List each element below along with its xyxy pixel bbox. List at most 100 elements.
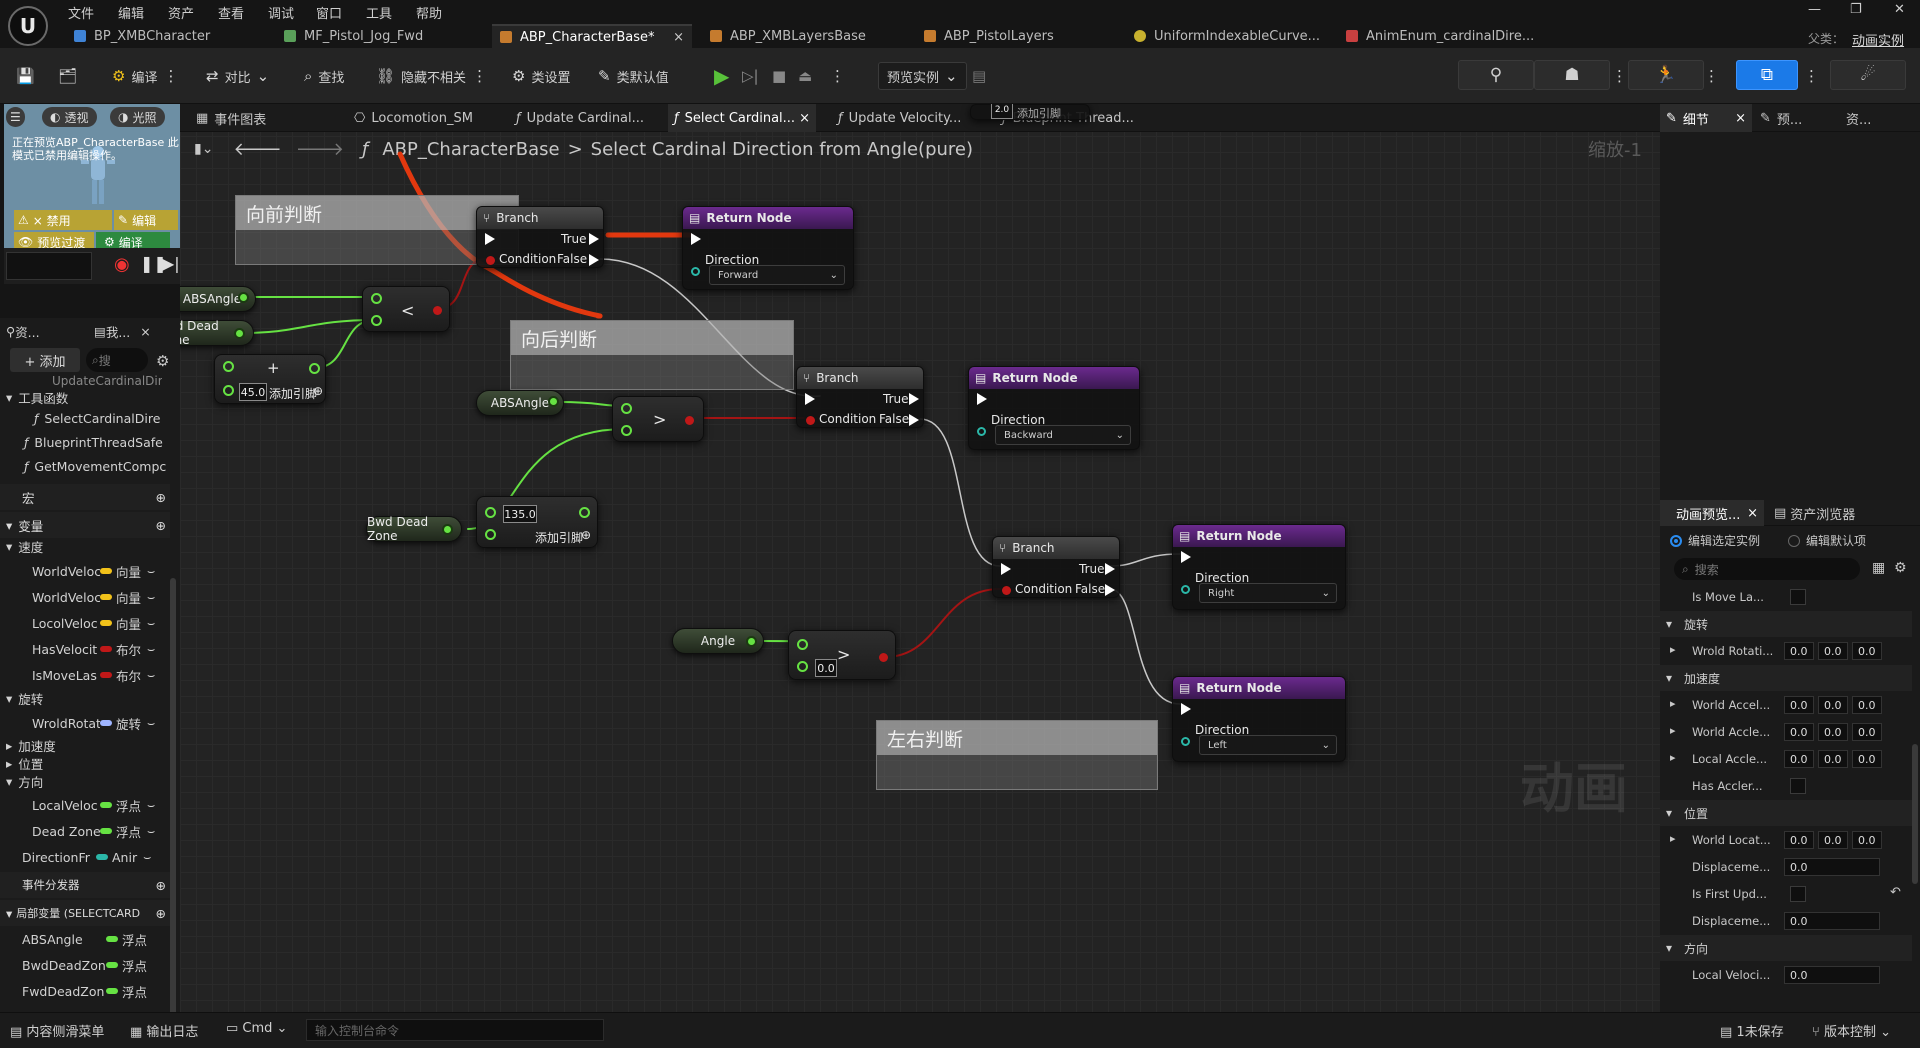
physics-mode-button[interactable]: ☄ — [1830, 60, 1906, 90]
exec-in-pin[interactable] — [805, 393, 815, 405]
group-direction[interactable]: ▾ 方向 — [0, 772, 170, 790]
group-position[interactable]: ▸ 位置 — [0, 754, 170, 772]
restore-icon[interactable]: ❐ — [1850, 2, 1862, 17]
float-out-pin[interactable] — [746, 636, 757, 647]
property-section[interactable]: ▾ 旋转 — [1660, 611, 1912, 637]
tab-anim-preview[interactable]: 动画预览... × — [1660, 500, 1764, 526]
float-in-pin[interactable] — [223, 361, 234, 372]
property-value-input[interactable]: 0.0 — [1784, 912, 1880, 930]
radio-edit-selected[interactable]: 编辑选定实例 — [1670, 532, 1760, 549]
condition-pin[interactable] — [1002, 586, 1011, 595]
hide-unrelated-button[interactable]: ⛓ 隐藏不相关 ⋮ — [376, 62, 487, 90]
property-value-input[interactable]: 0.0 — [1784, 831, 1814, 849]
tab-details[interactable]: ✎ 细节 × — [1660, 104, 1752, 132]
float-in-pin[interactable] — [223, 385, 234, 396]
property-value-input[interactable]: 0.0 — [1852, 723, 1882, 741]
record-icon[interactable]: ◉ — [114, 254, 130, 275]
return-node-right[interactable]: ▤ Return Node Direction Right ⌄ — [1172, 524, 1346, 610]
property-value-input[interactable]: 0.0 — [1852, 642, 1882, 660]
reset-icon[interactable]: ↶ — [1890, 885, 1901, 900]
float-in-pin[interactable] — [485, 507, 496, 518]
return-node-left[interactable]: ▤ Return Node Direction Left ⌄ — [1172, 676, 1346, 762]
variable-item[interactable]: DirectionFr Anir ⌣ — [0, 844, 170, 870]
bool-out-pin[interactable] — [879, 653, 888, 662]
direction-pin[interactable] — [691, 267, 700, 276]
minimize-icon[interactable]: — — [1808, 2, 1821, 17]
section-local-variables[interactable]: ▾ 局部变量 (SELECTCARD ⊕ — [0, 900, 170, 926]
add-pin-label[interactable]: 添加引脚 — [535, 529, 583, 546]
property-value-input[interactable]: 0.0 — [1784, 966, 1880, 984]
direction-pin[interactable] — [1181, 585, 1190, 594]
add-node-45[interactable]: + 45.0 添加引脚 ⊕ — [214, 354, 326, 404]
variable-item[interactable]: HasVelocit 布尔 ⌣ — [0, 636, 170, 662]
tab-asset-browser[interactable]: ▤ 资产浏览器 — [1768, 500, 1861, 526]
more-icon[interactable]: ⋮ — [830, 62, 845, 90]
variable-item[interactable]: IsMoveLas 布尔 ⌣ — [0, 662, 170, 688]
float-in-pin[interactable] — [797, 639, 808, 650]
branch-node-forward[interactable]: ⑂ Branch True Condition False — [476, 206, 604, 268]
property-value-input[interactable]: 0.0 — [1852, 831, 1882, 849]
disabled-button[interactable]: ⚠ × 禁用 — [14, 210, 112, 230]
expand-arrow-icon[interactable]: ▸ — [1670, 643, 1676, 656]
variable-item[interactable]: LocolVeloc 向量 ⌣ — [0, 610, 170, 636]
tab-preview[interactable]: ✎ 预... — [1754, 104, 1808, 132]
value-45-input[interactable]: 45.0 — [239, 383, 267, 401]
property-value-input[interactable]: 0.0 — [1784, 750, 1814, 768]
property-section[interactable]: ▾ 方向 — [1660, 935, 1912, 961]
tab-resources[interactable]: 资... — [1840, 104, 1877, 132]
right-scrollbar[interactable] — [1912, 744, 1918, 884]
variable-item[interactable]: WroldRotat 旋转 ⌣ — [0, 710, 170, 736]
console-input[interactable]: 输入控制台命令 — [306, 1019, 604, 1041]
exec-in-pin[interactable] — [977, 393, 987, 405]
perspective-button[interactable]: ◐ 透视 — [42, 107, 97, 127]
menu-asset[interactable]: 资产 — [168, 3, 194, 22]
search-input[interactable]: ⌕ 搜 — [86, 348, 148, 372]
eye-icon[interactable]: ⌣ — [147, 823, 155, 839]
browse-icon[interactable]: 🗂 — [58, 62, 77, 90]
menu-help[interactable]: 帮助 — [416, 3, 442, 22]
menu-debug[interactable]: 调试 — [268, 3, 294, 22]
float-in-pin[interactable] — [485, 529, 496, 540]
local-variable-item[interactable]: FwdDeadZon 浮点 — [0, 978, 170, 1004]
group-speed[interactable]: ▾ 速度 — [0, 536, 170, 556]
class-defaults-button[interactable]: ✎ 类默认值 — [598, 62, 669, 90]
comment-backward[interactable]: 向后判断 — [510, 320, 794, 390]
greater-than-node-angle[interactable]: 0.0 > — [788, 630, 896, 680]
float-in-pin[interactable] — [621, 425, 632, 436]
direction-dropdown[interactable]: Right ⌄ — [1199, 583, 1337, 603]
exec-false-pin[interactable] — [909, 414, 919, 426]
compile-button[interactable]: ⚙ 编译 ⋮ — [112, 62, 178, 90]
eye-icon[interactable]: ⌣ — [143, 849, 151, 865]
local-variable-item[interactable]: ABSAngle 浮点 — [0, 926, 170, 952]
return-node-backward[interactable]: ▤ Return Node Direction Backward ⌄ — [968, 366, 1140, 450]
add-variable-icon[interactable]: ⊕ — [156, 518, 166, 533]
add-dispatcher-icon[interactable]: ⊕ — [156, 878, 166, 893]
property-section[interactable]: ▾ 加速度 — [1660, 665, 1912, 691]
table-view-icon[interactable]: ▦ — [1872, 560, 1885, 576]
tab-assets[interactable]: ⚲ 资... — [6, 318, 86, 344]
function-item-movement[interactable]: ƒ GetMovementCompc — [0, 454, 170, 478]
float-in-pin[interactable] — [371, 293, 382, 304]
find-button[interactable]: ⌕ 查找 — [304, 62, 344, 90]
preview-viewport[interactable]: ☰ ◐ 透视 ◑ 光照 正在预览ABP_CharacterBase 此模式已禁用编辑… — [4, 104, 180, 252]
eye-icon[interactable]: ⌣ — [147, 667, 155, 683]
add-button[interactable]: + 添加 — [10, 348, 80, 372]
exec-true-pin[interactable] — [909, 393, 919, 405]
exec-in-pin[interactable] — [1181, 551, 1191, 563]
left-scrollbar[interactable] — [170, 578, 176, 1018]
tab-abp-pistollayers[interactable]: ABP_PistolLayers — [924, 24, 1054, 48]
debug-filter-icon[interactable]: ▤ — [972, 62, 986, 90]
section-event-dispatchers[interactable]: 事件分发器 ⊕ — [0, 872, 170, 898]
comment-left-right[interactable]: 左右判断 — [876, 720, 1158, 790]
menu-tools[interactable]: 工具 — [366, 3, 392, 22]
preview-instance-dropdown[interactable]: 预览实例 ⌄ — [878, 62, 967, 90]
value-135-input[interactable]: 135.0 — [503, 505, 537, 523]
add-macro-icon[interactable]: ⊕ — [156, 490, 166, 505]
eye-icon[interactable]: ⌣ — [147, 797, 155, 813]
section-macros[interactable]: 宏 ⊕ — [0, 484, 170, 510]
value-box[interactable]: 2.0 — [991, 104, 1013, 119]
property-value-input[interactable]: 0.0 — [1818, 696, 1848, 714]
float-out-pin[interactable] — [548, 396, 559, 407]
eye-icon[interactable]: ⌣ — [147, 563, 155, 579]
exec-in-pin[interactable] — [691, 233, 701, 245]
